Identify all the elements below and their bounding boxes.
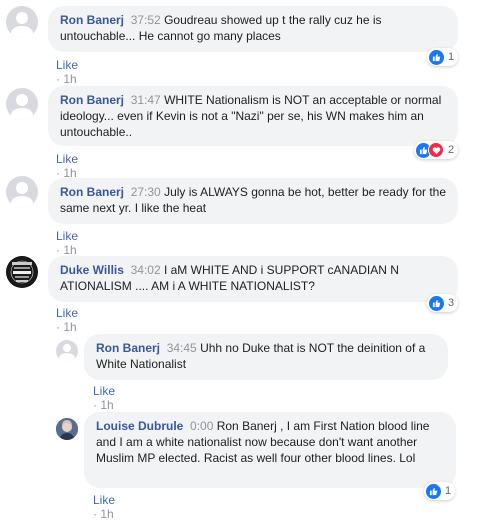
avatar[interactable]	[56, 418, 78, 440]
avatar[interactable]	[56, 340, 78, 362]
author-name[interactable]: Duke Willis	[60, 263, 124, 277]
author-name[interactable]: Ron Banerj	[60, 13, 124, 27]
reaction-summary[interactable]: 1	[427, 48, 459, 66]
avatar-photo-icon	[56, 418, 78, 440]
timestamp[interactable]: 37:52	[131, 13, 161, 27]
author-name[interactable]: Louise Dubrule	[96, 419, 183, 433]
comment-age[interactable]: 1h	[100, 507, 113, 521]
like-reaction-icon	[429, 295, 444, 311]
comment-age[interactable]: 1h	[100, 398, 113, 412]
comment-actions: Like · 1h	[56, 229, 78, 257]
timestamp[interactable]: 27:30	[131, 185, 161, 199]
reaction-count: 3	[448, 297, 455, 309]
reaction-summary[interactable]: 2	[414, 141, 459, 159]
comment-actions: Like · 1h	[93, 384, 115, 412]
separator: ·	[93, 398, 97, 412]
comment-bubble: Duke Willis 34:02 I aM WHITE AND i SUPPO…	[48, 256, 458, 302]
timestamp[interactable]: 0:00	[190, 419, 213, 433]
like-button[interactable]: Like	[56, 306, 78, 320]
avatar[interactable]	[6, 88, 38, 120]
like-reaction-icon	[429, 49, 444, 65]
comment-age[interactable]: 1h	[63, 72, 76, 86]
comment-bubble: Ron Banerj 37:52 Goudreau showed up t th…	[48, 6, 458, 52]
author-name[interactable]: Ron Banerj	[60, 93, 124, 107]
comment-actions: Like · 1h	[93, 493, 115, 521]
avatar[interactable]	[6, 6, 38, 38]
comment-actions: Like · 1h	[56, 152, 78, 180]
separator: ·	[56, 243, 60, 257]
like-button[interactable]: Like	[56, 58, 78, 72]
separator: ·	[56, 72, 60, 86]
comment-age[interactable]: 1h	[63, 243, 76, 257]
avatar[interactable]	[6, 256, 38, 288]
reaction-summary[interactable]: 1	[424, 482, 456, 500]
like-button[interactable]: Like	[56, 152, 78, 166]
comment-bubble: Ron Banerj 27:30 July is ALWAYS gonna be…	[48, 178, 458, 224]
like-reaction-icon	[426, 483, 441, 499]
timestamp[interactable]: 34:02	[131, 263, 161, 277]
avatar[interactable]	[6, 176, 38, 208]
reaction-summary[interactable]: 3	[427, 294, 459, 312]
like-button[interactable]: Like	[56, 229, 78, 243]
comment-bubble: Ron Banerj 34:45 Uhh no Duke that is NOT…	[84, 334, 448, 380]
comment-actions: Like · 1h	[56, 306, 78, 334]
separator: ·	[93, 507, 97, 521]
timestamp[interactable]: 31:47	[131, 93, 161, 107]
reaction-count: 2	[448, 144, 455, 156]
separator: ·	[56, 320, 60, 334]
like-button[interactable]: Like	[93, 384, 115, 398]
timestamp[interactable]: 34:45	[167, 341, 197, 355]
like-button[interactable]: Like	[93, 493, 115, 507]
love-reaction-icon	[428, 142, 444, 158]
reaction-count: 1	[448, 51, 455, 63]
author-name[interactable]: Ron Banerj	[60, 185, 124, 199]
comment-bubble: Louise Dubrule 0:00 Ron Banerj , I am Fi…	[84, 412, 456, 488]
comment-bubble: Ron Banerj 31:47 WHITE Nationalism is NO…	[48, 86, 458, 146]
comment-age[interactable]: 1h	[63, 320, 76, 334]
avatar-logo-icon	[7, 257, 37, 287]
comment-actions: Like · 1h	[56, 58, 78, 86]
reaction-count: 1	[445, 485, 452, 497]
author-name[interactable]: Ron Banerj	[96, 341, 160, 355]
